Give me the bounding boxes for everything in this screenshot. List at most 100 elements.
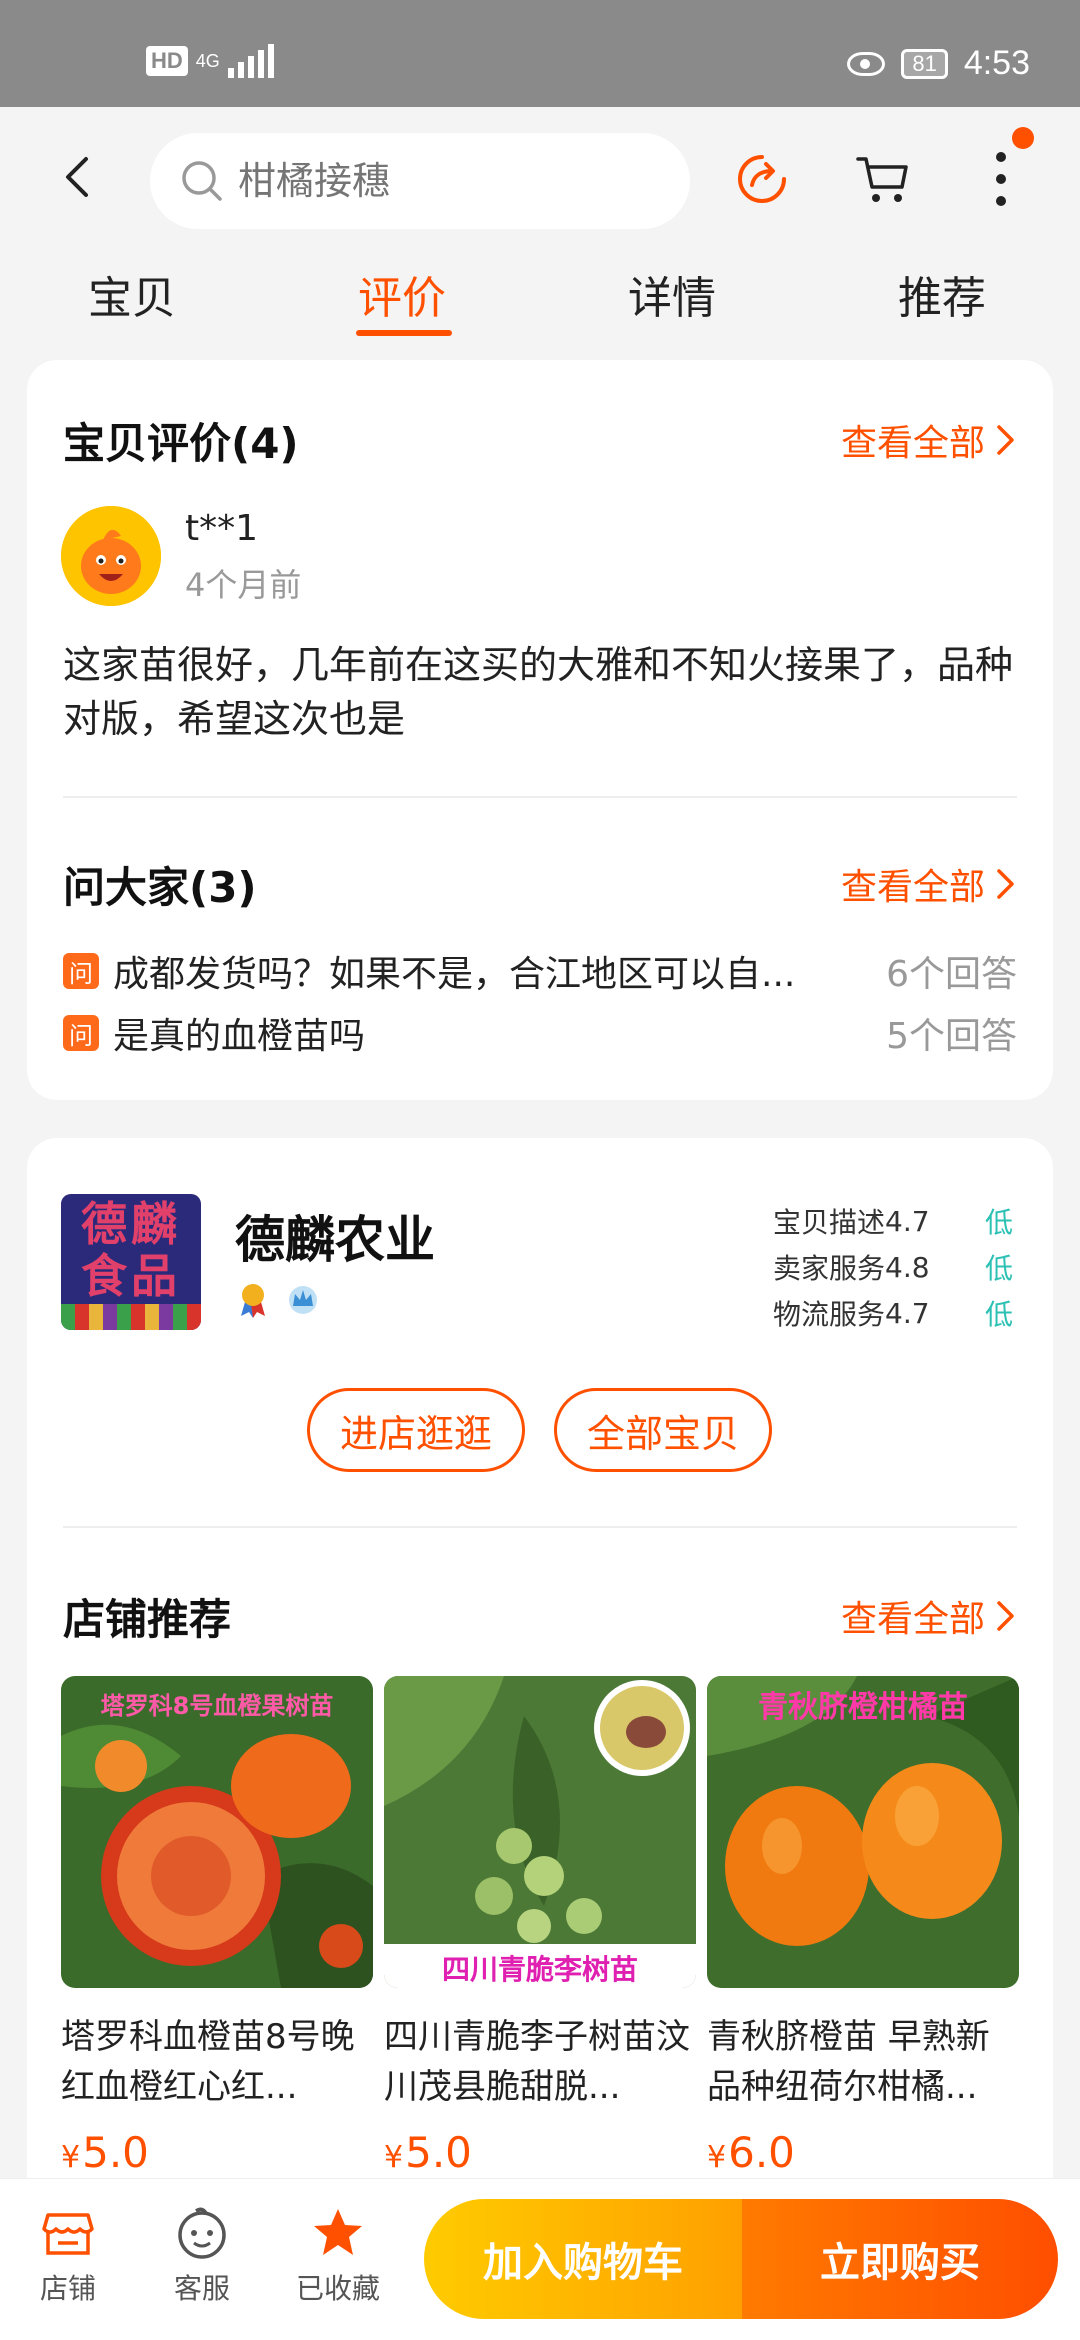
product-card[interactable]: 塔罗科8号血橙果树苗 塔罗科血橙苗8号晚红血橙红心红... ¥5.0	[61, 1676, 373, 2177]
question-badge: 问	[63, 953, 99, 989]
price-value: 5.0	[82, 2128, 149, 2177]
add-to-cart-button[interactable]: 加入购物车	[424, 2199, 742, 2319]
qa-see-all[interactable]: 查看全部	[841, 858, 1017, 910]
battery-level: 81	[901, 48, 948, 79]
product-image[interactable]: 青秋脐橙柑橘苗	[707, 1676, 1019, 1988]
product-card[interactable]: 青秋脐橙柑橘苗 青秋脐橙苗 早熟新品种纽荷尔柑橘... ¥6.0	[707, 1676, 1019, 2177]
shop-card: 德麟食品 德麟农业 宝贝描述 4.7 低 卖家服务 4.8 低 物流服务 4.7…	[27, 1138, 1053, 2238]
price-value: 6.0	[728, 2128, 795, 2177]
answer-count: 6个回答	[886, 954, 1017, 995]
tab-bar: 宝贝 评价 详情 推荐	[0, 262, 1080, 342]
question-text: 是真的血橙苗吗	[113, 1016, 366, 1057]
rating-score: 4.8	[885, 1250, 930, 1284]
reviewer-name: t**1	[185, 508, 259, 549]
rating-level: 低	[984, 1252, 1013, 1285]
chevron-right-icon	[997, 869, 1014, 899]
active-tab-indicator	[356, 330, 452, 336]
bottom-action-bar: 店铺 客服 已收藏 加入购物车 立即购买	[0, 2178, 1080, 2340]
share-icon[interactable]	[734, 151, 790, 207]
rating-label: 宝贝描述	[773, 1206, 886, 1239]
back-icon[interactable]	[54, 151, 106, 203]
rating-level: 低	[984, 1206, 1013, 1239]
service-icon	[178, 2207, 226, 2259]
search-icon	[182, 161, 222, 201]
tab-reviews[interactable]: 评价	[358, 262, 446, 326]
shop-logo-text: 德麟食品	[81, 1197, 181, 1303]
rating-score: 4.7	[885, 1296, 930, 1330]
product-title: 塔罗科血橙苗8号晚红血橙红心红...	[61, 2017, 355, 2107]
product-image-caption: 青秋脐橙柑橘苗	[758, 1690, 968, 1725]
see-all-label: 查看全部	[840, 867, 985, 908]
see-all-label: 查看全部	[840, 1599, 985, 1640]
avatar	[61, 506, 161, 606]
favorite-button[interactable]: 已收藏	[288, 2205, 388, 2307]
rating-level: 低	[984, 1298, 1013, 1331]
currency-symbol: ¥	[61, 2140, 81, 2175]
qa-item[interactable]: 问 是真的血橙苗吗 5个回答	[63, 1008, 1017, 1058]
top-nav	[0, 107, 1080, 247]
question-badge: 问	[63, 1015, 99, 1051]
product-image[interactable]: 四川青脆李树苗	[384, 1676, 696, 1988]
medal-icon	[241, 1284, 265, 1318]
store-icon	[42, 2213, 94, 2255]
taobao-mascot-icon	[61, 506, 161, 606]
divider	[63, 796, 1017, 798]
review-text[interactable]: 这家苗很好，几年前在这买的大雅和不知火接果了，品种对版，希望这次也是	[63, 638, 1023, 746]
rating-label: 物流服务	[773, 1298, 886, 1331]
network-type: 4G	[195, 51, 220, 71]
store-label: 店铺	[39, 2272, 96, 2305]
chevron-right-icon	[997, 1601, 1014, 1631]
crown-icon	[289, 1286, 317, 1314]
cart-icon[interactable]	[854, 151, 912, 207]
product-card[interactable]: 四川青脆李树苗 四川青脆李子树苗汶川茂县脆甜脱... ¥5.0	[384, 1676, 696, 2177]
question-text: 成都发货吗？如果不是，合江地区可以自...	[113, 954, 796, 995]
product-price: ¥5.0	[384, 2128, 696, 2177]
currency-symbol: ¥	[384, 2140, 404, 2175]
buy-now-button[interactable]: 立即购买	[742, 2199, 1058, 2319]
recommend-see-all[interactable]: 查看全部	[841, 1590, 1017, 1642]
tab-recommend[interactable]: 推荐	[898, 262, 986, 326]
rating-row: 卖家服务 4.8 低	[773, 1244, 1013, 1290]
answer-count: 5个回答	[886, 1016, 1017, 1057]
product-title: 四川青脆李子树苗汶川茂县脆甜脱...	[384, 2017, 690, 2107]
product-price: ¥6.0	[707, 2128, 1019, 2177]
tab-details[interactable]: 详情	[628, 262, 716, 326]
service-label: 客服	[173, 2272, 230, 2305]
search-box[interactable]	[150, 133, 690, 229]
shop-name[interactable]: 德麟农业	[235, 1200, 435, 1272]
recommend-title: 店铺推荐	[63, 1595, 232, 1644]
favorite-label: 已收藏	[295, 2272, 380, 2305]
rating-row: 宝贝描述 4.7 低	[773, 1198, 1013, 1244]
shop-ratings: 宝贝描述 4.7 低 卖家服务 4.8 低 物流服务 4.7 低	[773, 1198, 1013, 1336]
status-bar: HD 4G 81 4:53	[0, 0, 1080, 107]
rating-row: 物流服务 4.7 低	[773, 1290, 1013, 1336]
clock: 4:53	[963, 44, 1030, 82]
enter-shop-button[interactable]: 进店逛逛	[307, 1388, 525, 1472]
product-title: 青秋脐橙苗 早熟新品种纽荷尔柑橘...	[707, 2017, 990, 2107]
product-image-caption: 四川青脆李树苗	[441, 1953, 638, 1986]
status-right: 81 4:53	[847, 44, 1030, 83]
tab-item[interactable]: 宝贝	[88, 262, 176, 326]
shop-logo[interactable]: 德麟食品	[61, 1194, 201, 1330]
qa-title: 问大家(3)	[63, 863, 257, 912]
reviews-see-all[interactable]: 查看全部	[841, 414, 1017, 466]
signal-icon	[227, 44, 274, 78]
service-button[interactable]: 客服	[152, 2205, 252, 2307]
product-image[interactable]: 塔罗科8号血橙果树苗	[61, 1676, 373, 1988]
more-icon[interactable]	[986, 147, 1016, 211]
store-button[interactable]: 店铺	[18, 2205, 118, 2307]
rating-label: 卖家服务	[773, 1252, 886, 1285]
rating-score: 4.7	[885, 1204, 930, 1238]
search-input[interactable]	[238, 159, 658, 203]
qa-item[interactable]: 问 成都发货吗？如果不是，合江地区可以自... 6个回答	[63, 946, 1017, 996]
product-price: ¥5.0	[61, 2128, 373, 2177]
notification-dot	[1012, 127, 1034, 149]
currency-symbol: ¥	[707, 2140, 727, 2175]
product-image-caption: 塔罗科8号血橙果树苗	[100, 1692, 334, 1720]
star-icon	[314, 2209, 362, 2255]
chevron-right-icon	[997, 425, 1014, 455]
reviews-card: 宝贝评价(4) 查看全部 t**1 4个月前 这家苗很好，几年前在这买的大雅和不…	[27, 360, 1053, 1100]
hd-icon: HD	[146, 46, 188, 76]
status-left: HD 4G	[146, 44, 274, 78]
all-items-button[interactable]: 全部宝贝	[554, 1388, 772, 1472]
